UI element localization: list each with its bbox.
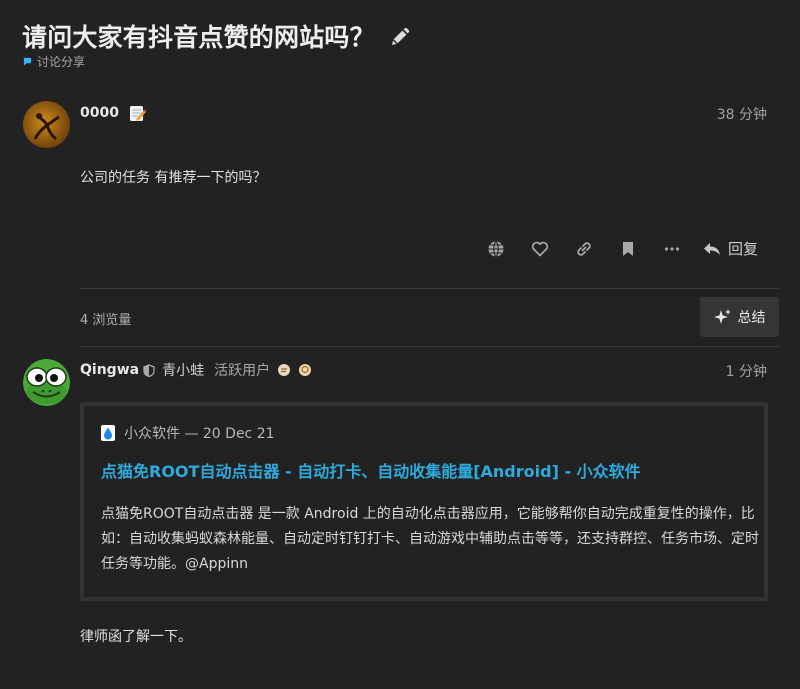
user-title: 活跃用户 (214, 363, 271, 379)
summarize-button[interactable]: 总结 (700, 297, 779, 337)
link-title[interactable]: 点猫免ROOT自动点击器 - 自动打卡、自动收集能量[Android] - 小众… (101, 458, 641, 482)
topic-page: 请问大家有抖音点赞的网站吗？ 讨论分享 0000 38 分钟 公司的任务 有推荐… (0, 0, 800, 689)
post-time[interactable]: 1 分钟 (726, 361, 767, 381)
username[interactable]: 0000 (80, 105, 119, 121)
heart-icon[interactable] (530, 239, 550, 259)
link-source[interactable]: 小众软件 — 20 Dec 21 (101, 423, 275, 443)
post-body: 公司的任务 有推荐一下的吗？ (80, 170, 267, 186)
divider (79, 288, 779, 289)
full-name: 青小蛙 (162, 363, 205, 379)
avatar[interactable] (23, 101, 70, 148)
post-author: 0000 (80, 103, 147, 123)
category-badge[interactable]: 讨论分享 (23, 53, 85, 70)
badge-icon[interactable] (298, 363, 312, 377)
link-description: 点猫免ROOT自动点击器 是一款 Android 上的自动化点击器应用，它能够帮… (101, 506, 759, 572)
divider (79, 346, 779, 347)
pencil-icon[interactable] (389, 24, 413, 48)
memo-icon (127, 103, 147, 123)
source-text: 小众软件 — 20 Dec 21 (124, 426, 275, 442)
bookmark-icon[interactable] (618, 239, 638, 259)
water-drop-icon (101, 425, 115, 441)
reply-icon (702, 239, 722, 259)
post-author: Qingwa 青小蛙 活跃用户 (80, 360, 312, 380)
sparkle-icon (713, 308, 732, 326)
badge-icon[interactable] (277, 363, 291, 377)
post-body: 律师函了解一下。 (80, 629, 192, 645)
summary-label: 总结 (737, 310, 766, 326)
more-icon[interactable] (662, 239, 682, 259)
view-count: 4 浏览量 (80, 313, 132, 328)
topic-title[interactable]: 请问大家有抖音点赞的网站吗？ (22, 18, 375, 54)
globe-icon[interactable] (486, 239, 506, 259)
username[interactable]: Qingwa (80, 362, 139, 378)
post-time[interactable]: 38 分钟 (717, 104, 767, 124)
reply-button[interactable]: 回复 (702, 238, 758, 259)
topic-header: 请问大家有抖音点赞的网站吗？ (22, 18, 413, 54)
post-actions: 回复 (486, 238, 758, 259)
link-icon[interactable] (574, 239, 594, 259)
category-name: 讨论分享 (37, 55, 86, 69)
shield-icon (143, 363, 155, 377)
link-preview-card[interactable]: 小众软件 — 20 Dec 21 点猫免ROOT自动点击器 - 自动打卡、自动收… (80, 402, 768, 601)
reply-label: 回复 (728, 240, 759, 258)
speech-bubble-icon (23, 57, 32, 66)
avatar[interactable] (23, 359, 70, 406)
